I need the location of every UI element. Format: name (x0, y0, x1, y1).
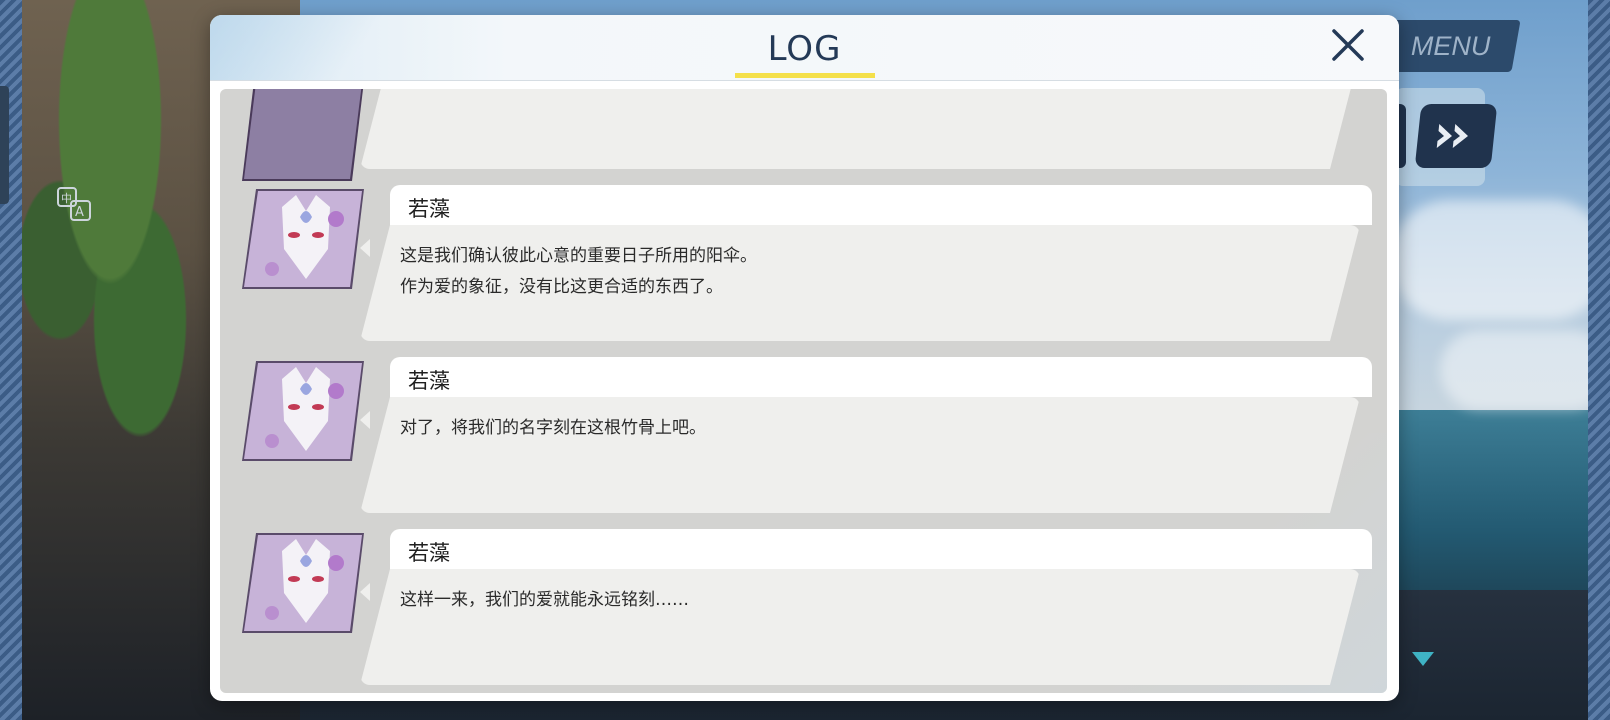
side-handle[interactable] (0, 86, 9, 204)
speaker-name: 若藻 (408, 197, 450, 221)
header-divider (210, 80, 1399, 81)
speaker-name: 若藻 (408, 541, 450, 565)
bubble-pointer (360, 583, 370, 601)
log-scroll-area[interactable]: 若藻 这是我们确认彼此心意的重要日子所用的阳伞。 作为爱的象征，没有比这更合适的… (220, 89, 1387, 693)
dialogue-line: 这是我们确认彼此心意的重要日子所用的阳伞。 (400, 246, 757, 266)
bubble-pointer (360, 411, 370, 429)
dialogue-text: 对了，将我们的名字刻在这根竹骨上吧。 (360, 397, 1360, 513)
menu-label: MENU (1411, 30, 1491, 61)
log-dialog: LOG 若藻 这是我们确认彼此心意的重要日子所用的阳伞。 作为爱的象征，没有比这… (210, 15, 1399, 701)
avatar (242, 89, 364, 181)
dialogue-text: 这样一来，我们的爱就能永远铭刻…… (360, 569, 1360, 685)
avatar (242, 533, 364, 633)
dialogue-bubble (360, 89, 1360, 169)
skip-button[interactable] (1414, 104, 1498, 168)
dialogue-line: 对了，将我们的名字刻在这根竹骨上吧。 (400, 418, 706, 438)
speaker-name-box: 若藻 (390, 357, 1372, 397)
dialog-header: LOG (210, 15, 1399, 81)
dialogue-line: 作为爱的象征，没有比这更合适的东西了。 (400, 277, 723, 297)
close-button[interactable] (1328, 25, 1368, 65)
speaker-name-box: 若藻 (390, 185, 1372, 225)
avatar (242, 189, 364, 289)
menu-button[interactable]: MENU (1381, 20, 1521, 72)
speaker-name: 若藻 (408, 369, 450, 393)
dialogue-bubble: 这是我们确认彼此心意的重要日子所用的阳伞。 作为爱的象征，没有比这更合适的东西了… (360, 225, 1360, 341)
bubble-pointer (360, 239, 370, 257)
svg-text:A: A (75, 205, 84, 220)
dialogue-text: 这是我们确认彼此心意的重要日子所用的阳伞。 作为爱的象征，没有比这更合适的东西了… (360, 225, 1360, 341)
translate-icon[interactable]: 中 A (56, 186, 92, 222)
dialog-title: LOG (767, 29, 842, 69)
speaker-name-box: 若藻 (390, 529, 1372, 569)
cloud (1390, 200, 1610, 320)
fast-forward-icon (1436, 124, 1468, 148)
cloud (1440, 330, 1610, 410)
right-border-stripe (1588, 0, 1610, 720)
close-icon (1332, 29, 1364, 61)
dialogue-line: 这样一来，我们的爱就能永远铭刻…… (400, 590, 689, 610)
title-underline (735, 73, 875, 78)
triangle-down-icon (1412, 652, 1434, 672)
dialogue-bubble: 这样一来，我们的爱就能永远铭刻…… (360, 569, 1360, 685)
dialogue-bubble: 对了，将我们的名字刻在这根竹骨上吧。 (360, 397, 1360, 513)
avatar (242, 361, 364, 461)
